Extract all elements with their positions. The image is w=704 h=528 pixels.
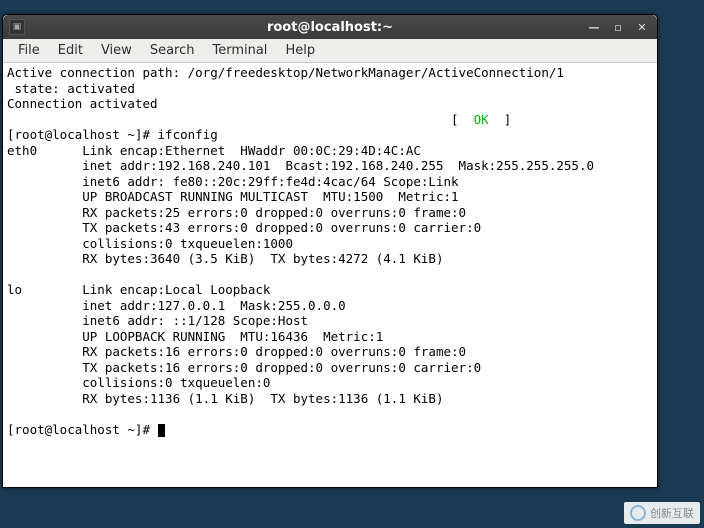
menu-help[interactable]: Help — [276, 41, 324, 60]
watermark-logo-icon — [630, 505, 646, 521]
menu-search[interactable]: Search — [141, 41, 204, 60]
output-line: RX packets:25 errors:0 dropped:0 overrun… — [7, 205, 466, 220]
window-title: root@localhost:~ — [3, 20, 657, 35]
titlebar[interactable]: ▣ root@localhost:~ — ▫ ✕ — [3, 15, 657, 39]
output-line: collisions:0 txqueuelen:1000 — [7, 236, 293, 251]
output-line: RX bytes:3640 (3.5 KiB) TX bytes:4272 (4… — [7, 251, 444, 266]
output-line: Connection activated — [7, 96, 158, 111]
watermark: 创新互联 — [624, 502, 700, 524]
output-line: Active connection path: /org/freedesktop… — [7, 65, 564, 80]
status-ok: OK — [474, 112, 489, 127]
output-line: [ — [7, 112, 474, 127]
output-line: TX packets:16 errors:0 dropped:0 overrun… — [7, 360, 481, 375]
app-icon: ▣ — [9, 19, 25, 35]
output-line: UP LOOPBACK RUNNING MTU:16436 Metric:1 — [7, 329, 383, 344]
output-line: inet addr:127.0.0.1 Mask:255.0.0.0 — [7, 298, 346, 313]
prompt-line: [root@localhost ~]# ifconfig — [7, 127, 218, 142]
output-line: eth0 Link encap:Ethernet HWaddr 00:0C:29… — [7, 143, 421, 158]
output-line: collisions:0 txqueuelen:0 — [7, 375, 270, 390]
menu-terminal[interactable]: Terminal — [203, 41, 276, 60]
output-line: inet6 addr: ::1/128 Scope:Host — [7, 313, 308, 328]
minimize-button[interactable]: — — [585, 19, 603, 35]
prompt-line: [root@localhost ~]# — [7, 422, 158, 437]
output-line: RX bytes:1136 (1.1 KiB) TX bytes:1136 (1… — [7, 391, 444, 406]
output-line: lo Link encap:Local Loopback — [7, 282, 270, 297]
close-button[interactable]: ✕ — [633, 19, 651, 35]
menu-edit[interactable]: Edit — [49, 41, 92, 60]
output-line: RX packets:16 errors:0 dropped:0 overrun… — [7, 344, 466, 359]
output-line: TX packets:43 errors:0 dropped:0 overrun… — [7, 220, 481, 235]
output-line: state: activated — [7, 81, 135, 96]
watermark-text: 创新互联 — [650, 505, 694, 521]
maximize-button[interactable]: ▫ — [609, 19, 627, 35]
menu-view[interactable]: View — [92, 41, 141, 60]
output-line: inet addr:192.168.240.101 Bcast:192.168.… — [7, 158, 594, 173]
output-line: ] — [489, 112, 512, 127]
output-line: inet6 addr: fe80::20c:29ff:fe4d:4cac/64 … — [7, 174, 459, 189]
output-line: UP BROADCAST RUNNING MULTICAST MTU:1500 … — [7, 189, 459, 204]
cursor — [158, 424, 165, 437]
terminal-output[interactable]: Active connection path: /org/freedesktop… — [3, 63, 657, 487]
window-controls: — ▫ ✕ — [585, 19, 651, 35]
menu-file[interactable]: File — [9, 41, 49, 60]
menubar: File Edit View Search Terminal Help — [3, 39, 657, 63]
terminal-window: ▣ root@localhost:~ — ▫ ✕ File Edit View … — [2, 14, 658, 488]
